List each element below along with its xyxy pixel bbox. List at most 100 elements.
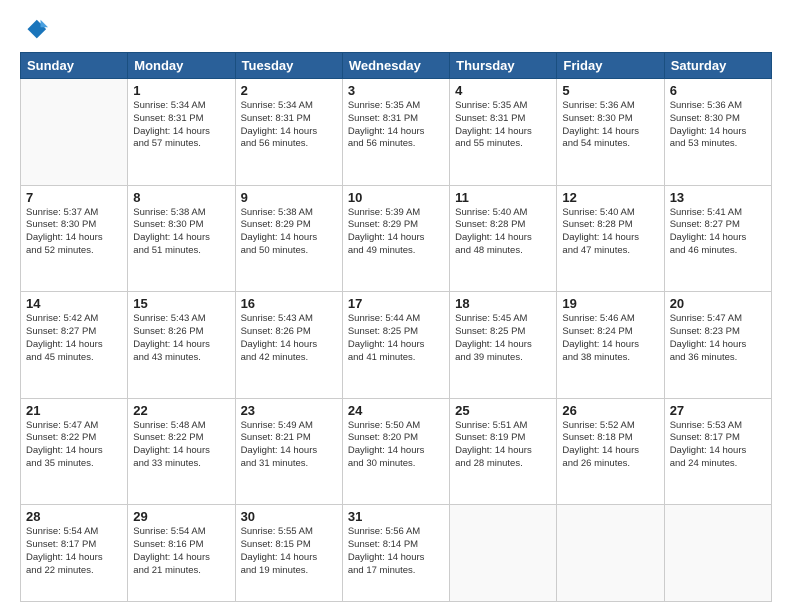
day-info: Sunrise: 5:42 AM Sunset: 8:27 PM Dayligh…: [26, 313, 122, 364]
calendar-table: SundayMondayTuesdayWednesdayThursdayFrid…: [20, 52, 772, 602]
calendar-cell: 25 Sunrise: 5:51 AM Sunset: 8:19 PM Dayli…: [450, 398, 557, 505]
day-info: Sunrise: 5:52 AM Sunset: 8:18 PM Dayligh…: [562, 420, 658, 471]
calendar-cell: 17Sunrise: 5:44 AM Sunset: 8:25 PM Dayli…: [342, 292, 449, 399]
calendar-cell: 14 Sunrise: 5:42 AM Sunset: 8:27 PM Dayli…: [21, 292, 128, 399]
calendar-cell: 28 Sunrise: 5:54 AM Sunset: 8:17 PM Dayli…: [21, 505, 128, 602]
calendar-cell: 22Sunrise: 5:48 AM Sunset: 8:22 PM Dayli…: [128, 398, 235, 505]
day-header-friday: Friday: [557, 53, 664, 79]
day-info: Sunrise: 5:34 AM Sunset: 8:31 PM Dayligh…: [133, 100, 229, 151]
day-number: 22: [133, 403, 229, 418]
day-number: 10: [348, 190, 444, 205]
calendar-cell: 8Sunrise: 5:38 AM Sunset: 8:30 PM Daylig…: [128, 185, 235, 292]
day-number: 16: [241, 296, 337, 311]
day-number: 24: [348, 403, 444, 418]
day-info: Sunrise: 5:54 AM Sunset: 8:17 PM Dayligh…: [26, 526, 122, 577]
calendar-cell: 11 Sunrise: 5:40 AM Sunset: 8:28 PM Dayli…: [450, 185, 557, 292]
day-number: 11: [455, 190, 551, 205]
day-number: 2: [241, 83, 337, 98]
calendar-week-row: 14 Sunrise: 5:42 AM Sunset: 8:27 PM Dayli…: [21, 292, 772, 399]
calendar-cell: 18 Sunrise: 5:45 AM Sunset: 8:25 PM Dayli…: [450, 292, 557, 399]
day-number: 1: [133, 83, 229, 98]
day-number: 6: [670, 83, 766, 98]
calendar-cell: 26 Sunrise: 5:52 AM Sunset: 8:18 PM Dayli…: [557, 398, 664, 505]
calendar-cell: 16Sunrise: 5:43 AM Sunset: 8:26 PM Dayli…: [235, 292, 342, 399]
calendar-cell: 23 Sunrise: 5:49 AM Sunset: 8:21 PM Dayli…: [235, 398, 342, 505]
day-number: 3: [348, 83, 444, 98]
calendar-cell: 6 Sunrise: 5:36 AM Sunset: 8:30 PM Daylig…: [664, 79, 771, 186]
calendar-cell: 19Sunrise: 5:46 AM Sunset: 8:24 PM Dayli…: [557, 292, 664, 399]
calendar-cell: [21, 79, 128, 186]
day-number: 23: [241, 403, 337, 418]
calendar-cell: 15 Sunrise: 5:43 AM Sunset: 8:26 PM Dayli…: [128, 292, 235, 399]
calendar-cell: 29 Sunrise: 5:54 AM Sunset: 8:16 PM Dayli…: [128, 505, 235, 602]
day-header-tuesday: Tuesday: [235, 53, 342, 79]
day-number: 30: [241, 509, 337, 524]
day-info: Sunrise: 5:43 AM Sunset: 8:26 PM Dayligh…: [133, 313, 229, 364]
day-number: 8: [133, 190, 229, 205]
day-number: 14: [26, 296, 122, 311]
day-number: 5: [562, 83, 658, 98]
day-number: 28: [26, 509, 122, 524]
day-header-thursday: Thursday: [450, 53, 557, 79]
calendar-cell: 20 Sunrise: 5:47 AM Sunset: 8:23 PM Dayli…: [664, 292, 771, 399]
page: SundayMondayTuesdayWednesdayThursdayFrid…: [0, 0, 792, 612]
day-number: 15: [133, 296, 229, 311]
day-number: 29: [133, 509, 229, 524]
day-info: Sunrise: 5:45 AM Sunset: 8:25 PM Dayligh…: [455, 313, 551, 364]
day-info: Sunrise: 5:47 AM Sunset: 8:22 PM Dayligh…: [26, 420, 122, 471]
calendar-cell: 13 Sunrise: 5:41 AM Sunset: 8:27 PM Dayli…: [664, 185, 771, 292]
day-info: Sunrise: 5:54 AM Sunset: 8:16 PM Dayligh…: [133, 526, 229, 577]
day-info: Sunrise: 5:49 AM Sunset: 8:21 PM Dayligh…: [241, 420, 337, 471]
calendar-cell: 5 Sunrise: 5:36 AM Sunset: 8:30 PM Daylig…: [557, 79, 664, 186]
day-info: Sunrise: 5:35 AM Sunset: 8:31 PM Dayligh…: [455, 100, 551, 151]
day-header-saturday: Saturday: [664, 53, 771, 79]
day-info: Sunrise: 5:41 AM Sunset: 8:27 PM Dayligh…: [670, 207, 766, 258]
day-number: 20: [670, 296, 766, 311]
calendar-week-row: 21Sunrise: 5:47 AM Sunset: 8:22 PM Dayli…: [21, 398, 772, 505]
calendar-header-row: SundayMondayTuesdayWednesdayThursdayFrid…: [21, 53, 772, 79]
calendar-cell: 27 Sunrise: 5:53 AM Sunset: 8:17 PM Dayli…: [664, 398, 771, 505]
logo-icon: [20, 16, 48, 44]
day-number: 31: [348, 509, 444, 524]
calendar-cell: 1 Sunrise: 5:34 AM Sunset: 8:31 PM Daylig…: [128, 79, 235, 186]
day-info: Sunrise: 5:40 AM Sunset: 8:28 PM Dayligh…: [562, 207, 658, 258]
day-info: Sunrise: 5:55 AM Sunset: 8:15 PM Dayligh…: [241, 526, 337, 577]
day-info: Sunrise: 5:35 AM Sunset: 8:31 PM Dayligh…: [348, 100, 444, 151]
day-number: 7: [26, 190, 122, 205]
day-info: Sunrise: 5:36 AM Sunset: 8:30 PM Dayligh…: [562, 100, 658, 151]
calendar-cell: 2Sunrise: 5:34 AM Sunset: 8:31 PM Daylig…: [235, 79, 342, 186]
header: [20, 16, 772, 44]
logo: [20, 16, 52, 44]
day-number: 17: [348, 296, 444, 311]
day-info: Sunrise: 5:51 AM Sunset: 8:19 PM Dayligh…: [455, 420, 551, 471]
calendar-cell: 21Sunrise: 5:47 AM Sunset: 8:22 PM Dayli…: [21, 398, 128, 505]
day-header-wednesday: Wednesday: [342, 53, 449, 79]
calendar-cell: 4 Sunrise: 5:35 AM Sunset: 8:31 PM Daylig…: [450, 79, 557, 186]
day-header-sunday: Sunday: [21, 53, 128, 79]
calendar-cell: 31Sunrise: 5:56 AM Sunset: 8:14 PM Dayli…: [342, 505, 449, 602]
calendar-cell: 30 Sunrise: 5:55 AM Sunset: 8:15 PM Dayli…: [235, 505, 342, 602]
day-number: 18: [455, 296, 551, 311]
day-info: Sunrise: 5:37 AM Sunset: 8:30 PM Dayligh…: [26, 207, 122, 258]
day-number: 9: [241, 190, 337, 205]
day-info: Sunrise: 5:50 AM Sunset: 8:20 PM Dayligh…: [348, 420, 444, 471]
day-header-monday: Monday: [128, 53, 235, 79]
day-number: 12: [562, 190, 658, 205]
calendar-week-row: 28 Sunrise: 5:54 AM Sunset: 8:17 PM Dayli…: [21, 505, 772, 602]
day-info: Sunrise: 5:36 AM Sunset: 8:30 PM Dayligh…: [670, 100, 766, 151]
day-info: Sunrise: 5:40 AM Sunset: 8:28 PM Dayligh…: [455, 207, 551, 258]
day-number: 25: [455, 403, 551, 418]
day-info: Sunrise: 5:38 AM Sunset: 8:29 PM Dayligh…: [241, 207, 337, 258]
calendar-cell: 12 Sunrise: 5:40 AM Sunset: 8:28 PM Dayli…: [557, 185, 664, 292]
day-number: 4: [455, 83, 551, 98]
calendar-cell: 3 Sunrise: 5:35 AM Sunset: 8:31 PM Daylig…: [342, 79, 449, 186]
day-number: 27: [670, 403, 766, 418]
calendar-cell: [557, 505, 664, 602]
day-number: 26: [562, 403, 658, 418]
calendar-cell: [450, 505, 557, 602]
day-number: 13: [670, 190, 766, 205]
day-info: Sunrise: 5:47 AM Sunset: 8:23 PM Dayligh…: [670, 313, 766, 364]
day-info: Sunrise: 5:53 AM Sunset: 8:17 PM Dayligh…: [670, 420, 766, 471]
calendar-week-row: 1 Sunrise: 5:34 AM Sunset: 8:31 PM Daylig…: [21, 79, 772, 186]
calendar-cell: 10Sunrise: 5:39 AM Sunset: 8:29 PM Dayli…: [342, 185, 449, 292]
